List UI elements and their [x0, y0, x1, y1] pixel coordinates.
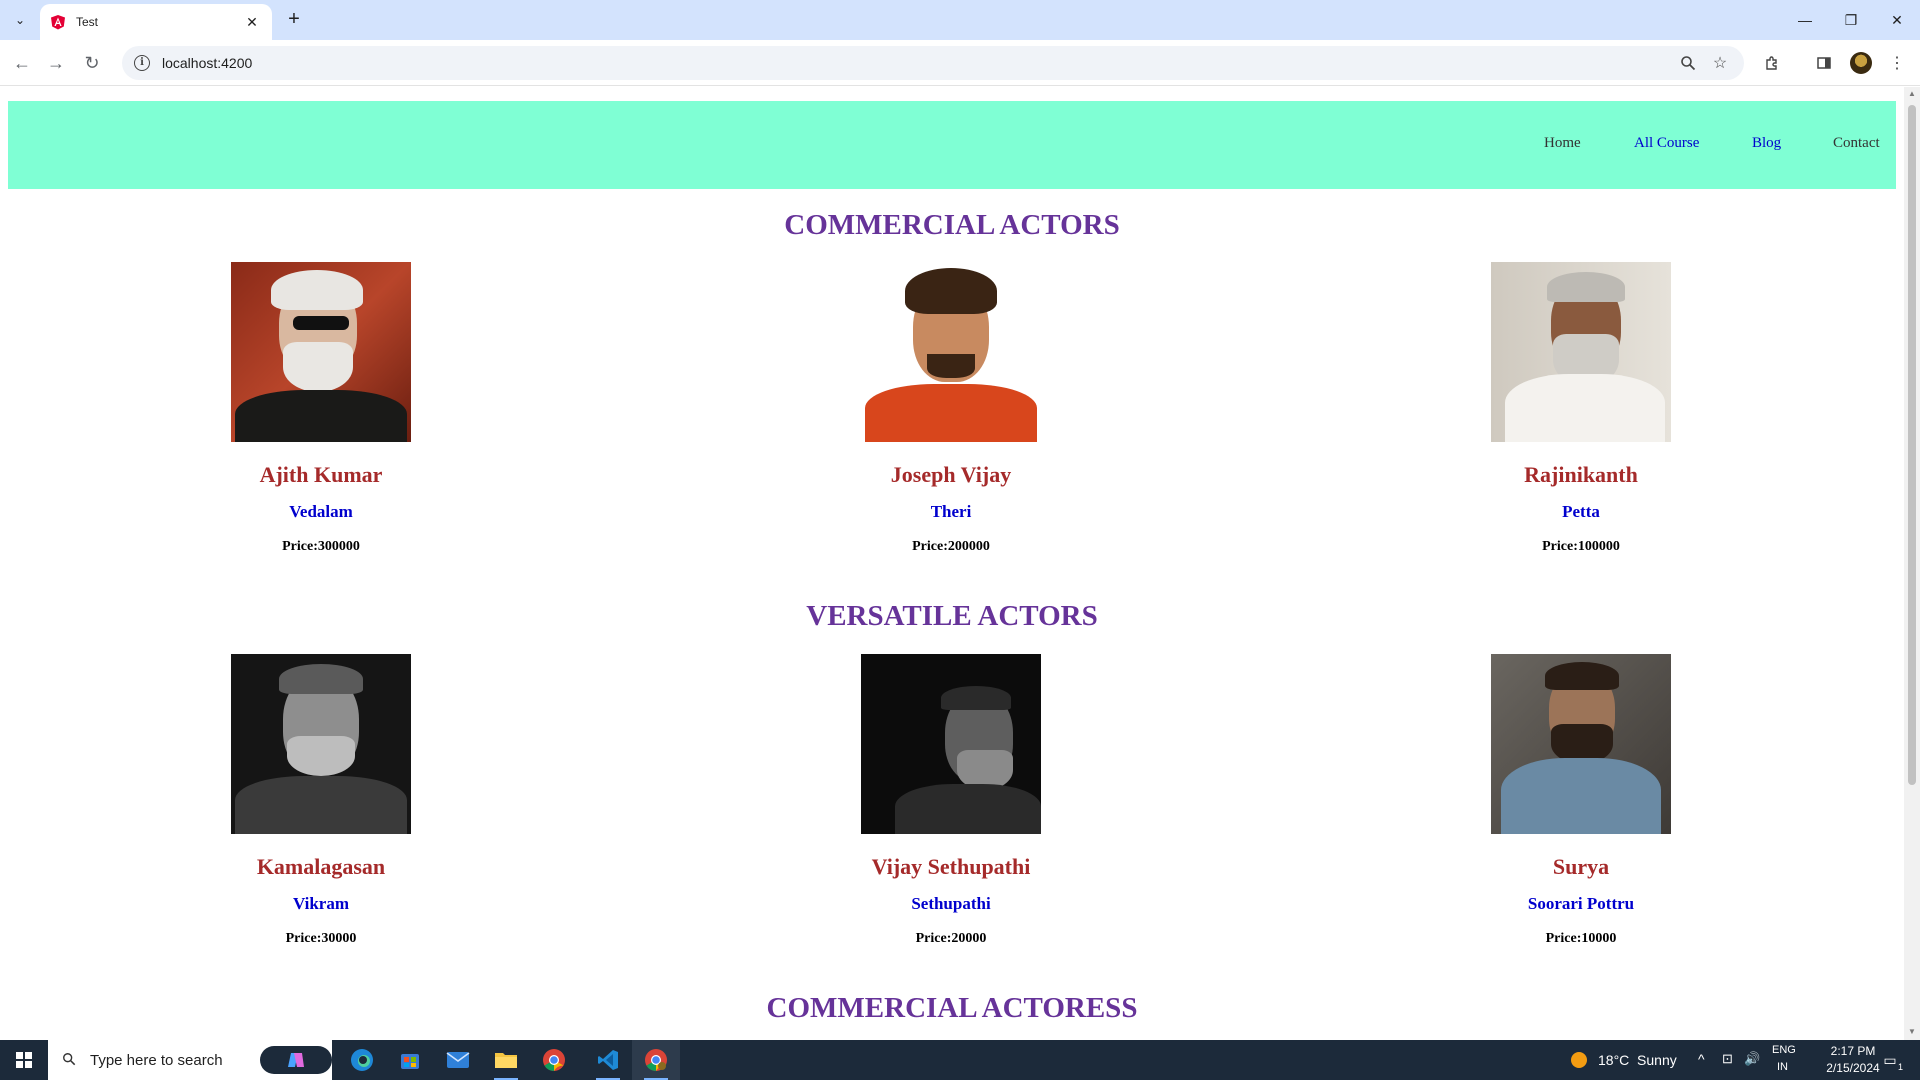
actor-photo: [861, 654, 1041, 834]
url-text[interactable]: localhost:4200: [162, 55, 1668, 71]
nav-blog-link[interactable]: Blog: [1752, 135, 1781, 152]
edge-icon: [351, 1049, 373, 1071]
weather-text[interactable]: 18°C Sunny: [1598, 1052, 1677, 1068]
more-menu-icon[interactable]: ⋮: [1885, 51, 1909, 75]
movie-title: Sethupathi: [911, 894, 991, 913]
actor-photo: [231, 262, 411, 442]
movie-title: Theri: [930, 502, 972, 521]
scrollbar-thumb[interactable]: [1908, 105, 1916, 785]
side-panel-icon[interactable]: [1812, 51, 1836, 75]
actor-photo: [861, 262, 1041, 442]
actor-card: Kamalagasan Vikram Price:30000: [171, 654, 471, 949]
chrome-profile-icon: [645, 1049, 667, 1071]
tab-search-chevron-icon[interactable]: ⌄: [8, 8, 32, 32]
page-scrollbar[interactable]: ▲ ▼: [1904, 87, 1920, 1040]
taskbar-edge[interactable]: [338, 1040, 386, 1080]
price-label: Price:100000: [1542, 539, 1620, 554]
search-icon: [62, 1052, 76, 1069]
price-label: Price:10000: [1545, 931, 1617, 946]
zoom-icon[interactable]: [1676, 51, 1700, 75]
section-title-versatile-actors: VERSATILE ACTORS: [806, 600, 1098, 632]
language-code[interactable]: ENG: [1772, 1044, 1796, 1056]
price-label: Price:200000: [912, 539, 990, 554]
extensions-icon[interactable]: [1760, 51, 1784, 75]
taskbar-chrome[interactable]: [530, 1040, 578, 1080]
volume-icon[interactable]: 🔊: [1744, 1051, 1760, 1067]
windows-taskbar: Type here to search 18°C Sunny ^ ⊡ 🔊 ENG…: [0, 1040, 1920, 1080]
actor-photo: [231, 654, 411, 834]
minimize-button[interactable]: —: [1782, 0, 1828, 40]
start-button[interactable]: [0, 1040, 48, 1080]
store-icon: [401, 1054, 419, 1069]
notification-count: 1: [1898, 1062, 1904, 1072]
site-info-icon[interactable]: i: [134, 55, 150, 71]
tab-close-icon[interactable]: ✕: [242, 14, 262, 31]
nav-all-course-link[interactable]: All Course: [1634, 135, 1699, 152]
movie-title: Petta: [1562, 502, 1600, 521]
address-bar[interactable]: i localhost:4200 ☆: [122, 46, 1744, 80]
section-title-commercial-actors: COMMERCIAL ACTORS: [784, 209, 1120, 241]
reload-icon[interactable]: ↻: [78, 49, 106, 77]
browser-tab[interactable]: Test ✕: [40, 4, 272, 40]
section-title-commercial-actoress: COMMERCIAL ACTORESS: [766, 992, 1138, 1024]
browser-tab-bar: ⌄ Test ✕ + — ❐ ✕: [0, 0, 1920, 40]
folder-icon: [495, 1053, 517, 1068]
chrome-icon: [543, 1049, 565, 1071]
language-region[interactable]: IN: [1777, 1061, 1788, 1073]
close-window-button[interactable]: ✕: [1874, 0, 1920, 40]
movie-title: Vikram: [292, 894, 350, 913]
actor-name: Vijay Sethupathi: [871, 854, 1031, 879]
site-navbar: Home All Course Blog Contact: [8, 101, 1896, 189]
taskbar-store[interactable]: [386, 1040, 434, 1080]
tab-title: Test: [76, 15, 99, 29]
taskbar-mail[interactable]: [434, 1040, 482, 1080]
taskbar-vscode[interactable]: [584, 1040, 632, 1080]
angular-favicon-icon: [51, 15, 65, 30]
forward-arrow-icon[interactable]: →: [42, 49, 70, 77]
scroll-down-arrow-icon[interactable]: ▼: [1908, 1027, 1916, 1036]
actor-card: Rajinikanth Petta Price:100000: [1431, 262, 1731, 557]
actor-card: Vijay Sethupathi Sethupathi Price:20000: [801, 654, 1101, 949]
nav-home-link[interactable]: Home: [1544, 135, 1581, 152]
windows-logo-icon: [16, 1052, 32, 1068]
tray-chevron-icon[interactable]: ^: [1698, 1051, 1705, 1067]
movie-title: Vedalam: [289, 502, 353, 521]
mail-icon: [446, 1052, 470, 1068]
actor-photo: [1491, 654, 1671, 834]
actor-name: Kamalagasan: [256, 854, 386, 879]
profile-avatar[interactable]: [1850, 52, 1872, 74]
restore-button[interactable]: ❐: [1828, 0, 1874, 40]
nav-contact-link[interactable]: Contact: [1833, 135, 1880, 152]
scroll-up-arrow-icon[interactable]: ▲: [1908, 89, 1916, 98]
copilot-icon: [288, 1053, 304, 1067]
price-label: Price:300000: [282, 539, 360, 554]
network-icon[interactable]: ⊡: [1722, 1051, 1733, 1067]
actor-name: Rajinikanth: [1524, 462, 1638, 487]
bookmark-star-icon[interactable]: ☆: [1708, 51, 1732, 75]
weather-sun-icon: [1571, 1052, 1587, 1068]
browser-toolbar: ← → ↻ i localhost:4200 ☆ ⋮: [0, 40, 1920, 86]
actor-photo: [1491, 262, 1671, 442]
taskbar-file-explorer[interactable]: [482, 1040, 530, 1080]
taskbar-chrome-active[interactable]: [632, 1040, 680, 1080]
actor-card: Joseph Vijay Theri Price:200000: [801, 262, 1101, 557]
copilot-button[interactable]: [260, 1046, 332, 1074]
actor-name: Joseph Vijay: [890, 462, 1012, 487]
actor-name: Ajith Kumar: [259, 462, 383, 487]
back-arrow-icon[interactable]: ←: [8, 49, 36, 77]
price-label: Price:30000: [285, 931, 357, 946]
new-tab-button[interactable]: +: [282, 8, 306, 32]
movie-title: Soorari Pottru: [1527, 894, 1635, 913]
price-label: Price:20000: [915, 931, 987, 946]
page-viewport: Home All Course Blog Contact COMMERCIAL …: [0, 87, 1904, 1040]
actor-card: Surya Soorari Pottru Price:10000: [1431, 654, 1731, 949]
search-placeholder: Type here to search: [90, 1051, 223, 1069]
actor-card: Ajith Kumar Vedalam Price:300000: [171, 262, 471, 557]
vscode-icon: [598, 1050, 618, 1070]
actor-name: Surya: [1552, 854, 1610, 879]
